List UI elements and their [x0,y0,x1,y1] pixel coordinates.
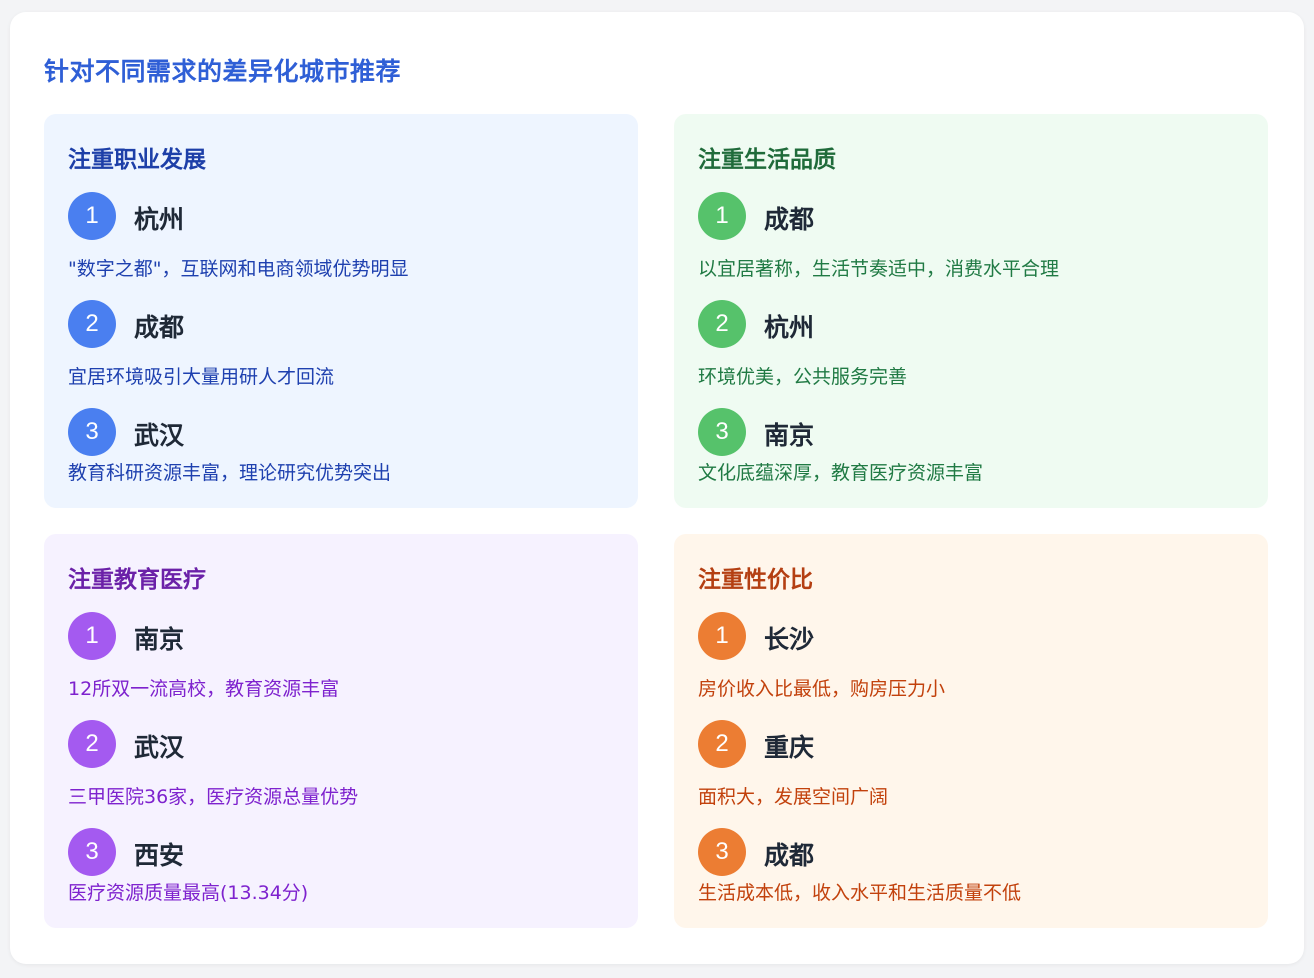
rank-badge: 2 [698,300,746,348]
city-description: 文化底蕴深厚，教育医疗资源丰富 [698,462,984,484]
city-name: 武汉 [134,421,185,450]
city-description: 以宜居著称，生活节奏适中，消费水平合理 [698,258,1060,280]
city-description: 三甲医院36家，医疗资源总量优势 [68,786,359,808]
city-name: 杭州 [764,313,815,342]
rank-badge: 3 [698,828,746,876]
city-name: 西安 [134,841,185,870]
city-description: 生活成本低，收入水平和生活质量不低 [698,882,1022,904]
city-name: 南京 [764,421,815,450]
card-title: 注重生活品质 [698,147,836,173]
city-description: 环境优美，公共服务完善 [698,366,908,388]
recommendation-panel: 针对不同需求的差异化城市推荐 注重职业发展 1 杭州 "数字之都"，互联网和电商… [10,12,1304,964]
city-name: 成都 [134,313,185,342]
rank-badge: 1 [68,612,116,660]
rank-badge: 3 [68,408,116,456]
rank-badge: 1 [698,612,746,660]
page-title: 针对不同需求的差异化城市推荐 [44,57,402,86]
card-value-for-money: 注重性价比 1 长沙 房价收入比最低，购房压力小 2 重庆 面积大，发展空间广阔… [674,534,1268,928]
rank-badge: 3 [698,408,746,456]
city-description: 教育科研资源丰富，理论研究优势突出 [68,462,392,484]
city-name: 长沙 [764,625,815,654]
rank-badge: 1 [698,192,746,240]
card-title: 注重职业发展 [68,147,206,173]
rank-badge: 2 [68,300,116,348]
rank-badge: 3 [68,828,116,876]
card-career: 注重职业发展 1 杭州 "数字之都"，互联网和电商领域优势明显 2 成都 宜居环… [44,114,638,508]
city-name: 杭州 [134,205,185,234]
city-name: 南京 [134,625,185,654]
city-description: 房价收入比最低，购房压力小 [698,678,946,700]
rank-badge: 1 [68,192,116,240]
rank-badge: 2 [698,720,746,768]
card-quality-of-life: 注重生活品质 1 成都 以宜居著称，生活节奏适中，消费水平合理 2 杭州 环境优… [674,114,1268,508]
city-description: 面积大，发展空间广阔 [698,786,889,808]
city-name: 成都 [764,205,815,234]
card-education-healthcare: 注重教育医疗 1 南京 12所双一流高校，教育资源丰富 2 武汉 三甲医院36家… [44,534,638,928]
city-name: 重庆 [764,733,815,762]
city-name: 成都 [764,841,815,870]
city-description: 医疗资源质量最高(13.34分) [68,882,309,904]
city-description: 12所双一流高校，教育资源丰富 [68,678,340,700]
city-description: 宜居环境吸引大量用研人才回流 [68,366,335,388]
city-name: 武汉 [134,733,185,762]
card-title: 注重性价比 [698,567,813,593]
card-title: 注重教育医疗 [68,567,206,593]
city-description: "数字之都"，互联网和电商领域优势明显 [68,258,409,280]
rank-badge: 2 [68,720,116,768]
